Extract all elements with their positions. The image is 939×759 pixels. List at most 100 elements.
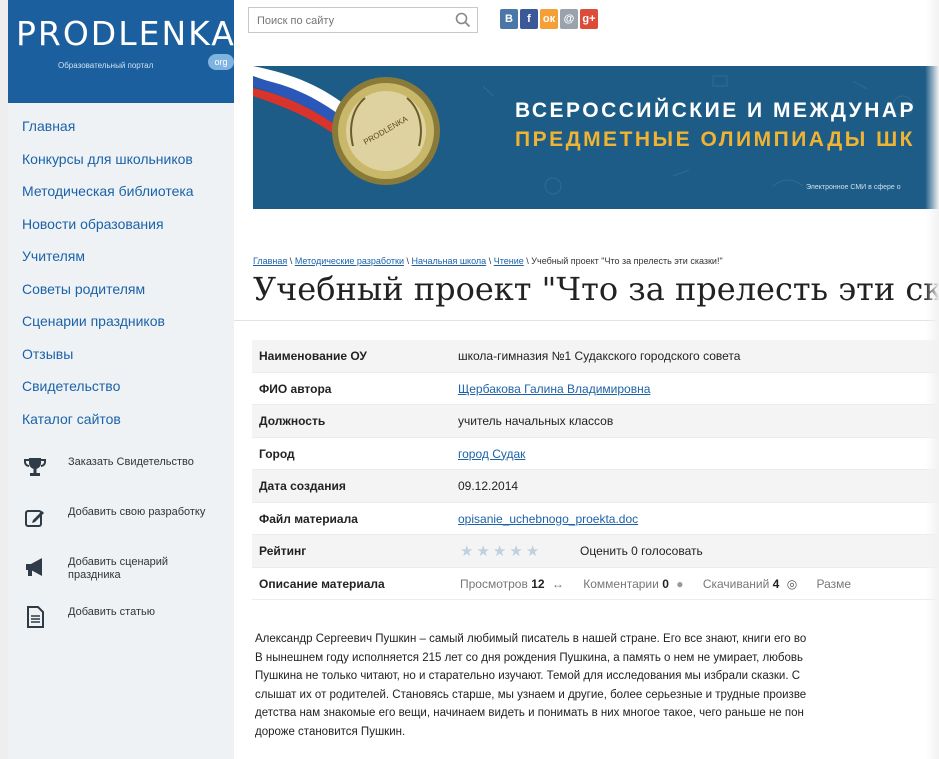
city-link[interactable]: город Судак	[458, 447, 525, 461]
banner-note: Электронное СМИ в сфере о	[806, 184, 901, 191]
order-certificate-label: Заказать Свидетельство	[68, 456, 194, 468]
add-scenario-label: Добавить сценарий праздника	[68, 556, 169, 581]
logo-tld-badge: org	[208, 54, 234, 70]
search-box[interactable]	[248, 7, 478, 33]
banner-title-line1: ВСЕРОССИЙСКИЕ И МЕЖДУНАР	[515, 99, 917, 122]
search-icon[interactable]	[455, 12, 471, 28]
downloads-count: 4	[772, 576, 780, 591]
table-row: Должность учитель начальных классов	[252, 405, 939, 438]
olympiad-banner[interactable]: PRODLENKA ВСЕРОССИЙСКИЕ И МЕЖДУНАР ПРЕДМ…	[253, 66, 939, 209]
material-description: Александр Сергеевич Пушкин – самый любим…	[255, 630, 939, 741]
megaphone-icon	[26, 558, 42, 576]
breadcrumb-reading[interactable]: Чтение	[494, 256, 524, 266]
googleplus-icon[interactable]: g+	[580, 9, 598, 29]
sidebar-item-parents[interactable]: Советы родителям	[8, 273, 234, 306]
document-icon	[27, 606, 44, 628]
description-line: Пушкина не только читают, но и старатель…	[255, 670, 801, 682]
city-label: Город	[259, 446, 295, 461]
table-row: Описание материала Просмотров 12 ↔ Комме…	[252, 568, 939, 600]
table-row: Файл материала opisanie_uchebnogo_proekt…	[252, 503, 939, 535]
sidebar-item-news[interactable]: Новости образования	[8, 208, 234, 241]
mailru-icon[interactable]: @	[560, 9, 578, 29]
sidebar-item-reviews[interactable]: Отзывы	[8, 338, 234, 371]
sidebar-actions: Заказать Свидетельство Добавить свою раз…	[8, 452, 234, 652]
sidebar-item-home[interactable]: Главная	[8, 110, 234, 143]
comments-label: Комментарии	[583, 576, 659, 591]
comment-icon: ●	[676, 576, 684, 591]
votes-count: 0 голосовать	[631, 544, 703, 558]
eye-icon: ↔	[551, 576, 564, 591]
left-edge-strip	[0, 0, 8, 759]
star-icon[interactable]: ★	[493, 543, 509, 560]
table-row: Рейтинг ★★★★★ Оценить 0 голосовать	[252, 535, 939, 568]
breadcrumb-separator: \	[406, 256, 410, 266]
right-edge-fade	[925, 0, 939, 759]
site-logo[interactable]: PRODLENKA Образовательный портал org	[8, 0, 234, 103]
download-icon: ◎	[786, 576, 798, 591]
add-article-label: Добавить статью	[68, 606, 155, 618]
logo-text: PRODLENKA	[16, 14, 236, 53]
divider	[234, 320, 939, 321]
description-line: Александр Сергеевич Пушкин – самый любим…	[255, 633, 807, 645]
sidebar-item-contests[interactable]: Конкурсы для школьников	[8, 143, 234, 176]
table-row: Наименование ОУ школа-гимназия №1 Судакс…	[252, 340, 939, 373]
add-article-action[interactable]: Добавить статью	[8, 602, 234, 652]
sidebar-item-catalog[interactable]: Каталог сайтов	[8, 403, 234, 436]
rating-label: Рейтинг	[259, 544, 307, 558]
search-input[interactable]	[255, 11, 449, 31]
rating-stars[interactable]: ★★★★★	[460, 542, 542, 560]
sidebar-item-holidays[interactable]: Сценарии праздников	[8, 305, 234, 338]
position-label: Должность	[259, 414, 326, 428]
facebook-icon[interactable]: f	[520, 9, 538, 29]
banner-title-line2: ПРЕДМЕТНЫЕ ОЛИМПИАДЫ ШК	[515, 128, 916, 151]
material-info-table: Наименование ОУ школа-гимназия №1 Судакс…	[252, 340, 939, 600]
star-icon[interactable]: ★	[460, 543, 476, 560]
rate-button[interactable]: Оценить	[580, 544, 628, 558]
order-certificate-action[interactable]: Заказать Свидетельство	[8, 452, 234, 502]
breadcrumb-separator: \	[488, 256, 492, 266]
description-line: дороже становится Пушкин.	[255, 725, 406, 738]
comments-count: 0	[662, 576, 669, 591]
author-link[interactable]: Щербакова Галина Владимировна	[458, 382, 650, 396]
edit-icon	[25, 510, 44, 527]
breadcrumb-primary-school[interactable]: Начальная школа	[412, 256, 487, 266]
sidebar-nav: Главная Конкурсы для школьников Методиче…	[8, 110, 234, 435]
sidebar-item-library[interactable]: Методическая библиотека	[8, 175, 234, 208]
trophy-icon	[24, 458, 46, 476]
add-development-action[interactable]: Добавить свою разработку	[8, 502, 234, 552]
sidebar-item-teachers[interactable]: Учителям	[8, 240, 234, 273]
add-scenario-action[interactable]: Добавить сценарий праздника	[8, 552, 234, 602]
position-value: учитель начальных классов	[458, 414, 614, 428]
file-download-link[interactable]: opisanie_uchebnogo_proekta.doc	[458, 512, 638, 526]
breadcrumb-methodical[interactable]: Методические разработки	[295, 256, 404, 266]
org-label: Наименование ОУ	[259, 349, 367, 363]
breadcrumb-separator: \	[289, 256, 293, 266]
views-label: Просмотров	[460, 576, 528, 591]
sidebar-item-certificate[interactable]: Свидетельство	[8, 370, 234, 403]
downloads-label: Скачиваний	[702, 576, 770, 591]
table-row: Дата создания 09.12.2014	[252, 470, 939, 503]
views-count: 12	[531, 576, 545, 591]
breadcrumb-current: Учебный проект "Что за прелесть эти сказ…	[531, 256, 723, 266]
description-label: Описание материала	[259, 576, 385, 591]
logo-subtitle: Образовательный портал	[58, 61, 154, 70]
breadcrumb-home[interactable]: Главная	[253, 256, 287, 266]
rating-action[interactable]: Оценить 0 голосовать	[580, 544, 703, 558]
add-development-label: Добавить свою разработку	[68, 506, 206, 518]
size-label: Разме	[816, 576, 852, 591]
page-title: Учебный проект "Что за прелесть эти ск	[253, 270, 939, 308]
date-value: 09.12.2014	[458, 479, 519, 493]
vk-icon[interactable]: В	[500, 9, 518, 29]
org-value: школа-гимназия №1 Судакского городского …	[458, 349, 741, 363]
star-icon[interactable]: ★	[509, 543, 525, 560]
author-label: ФИО автора	[259, 381, 332, 396]
material-stats: Просмотров 12 ↔ Комментарии 0 ● Скачиван…	[460, 577, 851, 591]
file-label: Файл материала	[259, 511, 358, 526]
description-line: слышат их от родителей. Становясь старше…	[255, 688, 807, 701]
star-icon[interactable]: ★	[476, 543, 492, 560]
date-label: Дата создания	[259, 479, 346, 493]
odnoklassniki-icon[interactable]: ок	[540, 9, 558, 29]
table-row: ФИО автора Щербакова Галина Владимировна	[252, 373, 939, 405]
star-icon[interactable]: ★	[526, 543, 542, 560]
breadcrumb: Главная \ Методические разработки \ Нача…	[253, 256, 723, 266]
